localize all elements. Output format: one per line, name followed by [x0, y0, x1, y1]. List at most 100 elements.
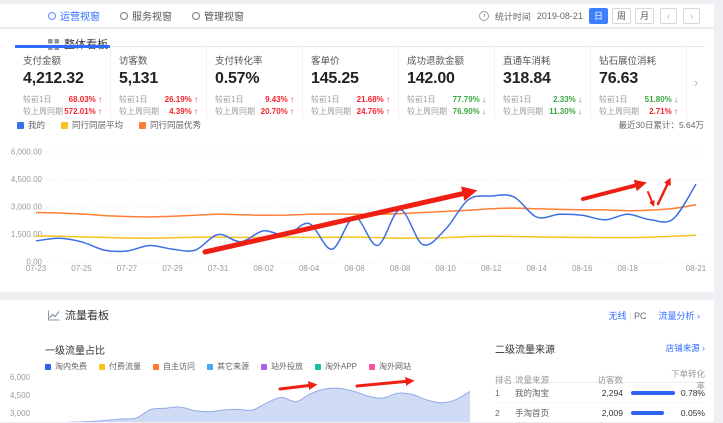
tab-icon — [120, 12, 128, 20]
svg-text:4,500: 4,500 — [10, 391, 31, 400]
source-table: 1我的淘宝2,2940.78%2手淘首页2,0090.05% — [495, 383, 705, 422]
legend-swatch-icon — [315, 364, 321, 370]
main-tabs: 运营视窗 服务视窗 管理视窗 — [48, 8, 244, 23]
traffic-legend: 淘内免费 付费流量 自主访问 其它来源 站外投放 淘外APP 淘外网站 — [45, 361, 411, 372]
kpi-compare-row: 较前1日26.19% ↑ — [119, 94, 198, 106]
legend-label: 淘外APP — [325, 361, 357, 372]
topbar: 运营视窗 服务视窗 管理视窗 统计时间 2019-08-21 日周月 ‹ › — [0, 4, 714, 28]
period-button-日[interactable]: 日 — [589, 8, 608, 24]
legend-label: 淘外网站 — [379, 361, 411, 372]
svg-text:1,500.00: 1,500.00 — [11, 230, 43, 239]
legend-label: 其它来源 — [217, 361, 249, 372]
legend-swatch-icon — [369, 364, 375, 370]
period-button-月[interactable]: 月 — [635, 8, 654, 24]
time-controls: 统计时间 2019-08-21 日周月 ‹ › — [479, 4, 700, 28]
kpi-card-5[interactable]: 成功退款金额142.00较前1日77.79% ↓较上周同期76.90% ↓ — [399, 47, 495, 118]
traffic-legend-item[interactable]: 站外投放 — [261, 361, 303, 372]
legend-swatch-icon — [153, 364, 159, 370]
traffic-legend-item[interactable]: 其它来源 — [207, 361, 249, 372]
traffic-title: 流量看板 — [65, 307, 109, 323]
conversion-cell: 0.78% — [667, 388, 705, 398]
tab-label: 运营视窗 — [60, 8, 100, 23]
traffic-legend-item[interactable]: 付费流量 — [99, 361, 141, 372]
svg-text:08-10: 08-10 — [435, 264, 456, 273]
kpi-label: 钻石展位消耗 — [599, 53, 678, 67]
tab-icon — [48, 12, 56, 20]
main-tab-2[interactable]: 服务视窗 — [120, 8, 172, 23]
legend-item[interactable]: 同行同层平均 — [61, 119, 123, 131]
kpi-compare-row: 较上周同期572.01% ↑ — [23, 106, 102, 118]
stat-time-label: 统计时间 — [495, 10, 531, 23]
kpi-compare-row: 较上周同期11.30% ↓ — [503, 106, 582, 118]
conversion-cell: 0.05% — [667, 408, 705, 418]
svg-text:3,000: 3,000 — [10, 409, 31, 418]
kpi-compare-row: 较上周同期76.90% ↓ — [407, 106, 486, 118]
svg-text:08-14: 08-14 — [526, 264, 547, 273]
svg-text:07-27: 07-27 — [117, 264, 138, 273]
kpi-value: 76.63 — [599, 70, 678, 88]
kpi-compare-row: 较前1日2.33% ↓ — [503, 94, 582, 106]
kpi-card-7[interactable]: 钻石展位消耗76.63较前1日51.80% ↓较上周同期2.71% ↑ — [591, 47, 687, 118]
kpi-card-2[interactable]: 访客数5,131较前1日26.19% ↑较上周同期4.39% ↑ — [111, 47, 207, 118]
visitors-bar — [623, 411, 667, 415]
svg-text:08-16: 08-16 — [572, 264, 593, 273]
prev-date-button[interactable]: ‹ — [660, 8, 677, 24]
total-30d-label: 最近30日累计：5.64万 — [619, 119, 705, 131]
source-cell: 我的淘宝 — [515, 387, 575, 399]
kpi-row: 支付金额4,212.32较前1日68.03% ↑较上周同期572.01% ↑访客… — [15, 46, 705, 118]
traffic-legend-item[interactable]: 自主访问 — [153, 361, 195, 372]
legend-item[interactable]: 我的 — [17, 119, 45, 131]
kpi-value: 5,131 — [119, 70, 198, 88]
store-source-link[interactable]: 店铺来源 › — [666, 342, 705, 354]
svg-text:6,000.00: 6,000.00 — [11, 148, 43, 157]
visitors-cell: 2,294 — [575, 388, 623, 398]
wireless-filter[interactable]: 无线 — [609, 311, 627, 321]
pc-filter[interactable]: PC — [634, 311, 647, 321]
legend-swatch-icon — [61, 122, 68, 129]
secondary-traffic-title: 二级流量来源 — [495, 341, 555, 356]
traffic-legend-item[interactable]: 淘外网站 — [369, 361, 411, 372]
kpi-compare-row: 较前1日9.43% ↑ — [215, 94, 294, 106]
svg-text:07-25: 07-25 — [71, 264, 92, 273]
legend-item[interactable]: 同行同层优秀 — [139, 119, 201, 131]
svg-text:08-02: 08-02 — [253, 264, 274, 273]
source-table-header: 排名流量来源访客数下单转化率 — [495, 368, 705, 383]
kpi-label: 成功退款金额 — [407, 53, 486, 67]
legend-swatch-icon — [261, 364, 267, 370]
svg-text:3,000.00: 3,000.00 — [11, 203, 43, 212]
kpi-more-button[interactable]: › — [687, 47, 705, 118]
main-tab-1[interactable]: 运营视窗 — [48, 8, 100, 23]
legend-swatch-icon — [45, 364, 51, 370]
chart-meta: 我的 同行同层平均 同行同层优秀 最近30日累计：5.64万 — [17, 119, 704, 131]
svg-text:07-23: 07-23 — [26, 264, 47, 273]
table-header-cell: 流量来源 — [515, 374, 575, 386]
kpi-card-4[interactable]: 客单价145.25较前1日21.68% ↑较上周同期24.76% ↑ — [303, 47, 399, 118]
visitors-cell: 2,009 — [575, 408, 623, 418]
line-chart-icon — [48, 310, 60, 321]
legend-label: 站外投放 — [271, 361, 303, 372]
traffic-header: 流量看板 — [48, 307, 109, 323]
next-date-button[interactable]: › — [683, 8, 700, 24]
kpi-card-6[interactable]: 直通车消耗318.84较前1日2.33% ↓较上周同期11.30% ↓ — [495, 47, 591, 118]
period-button-周[interactable]: 周 — [612, 8, 631, 24]
svg-text:6,000: 6,000 — [10, 374, 31, 382]
traffic-legend-item[interactable]: 淘外APP — [315, 361, 357, 372]
kpi-label: 直通车消耗 — [503, 53, 582, 67]
filter-divider: | — [629, 311, 631, 321]
visitors-bar — [623, 391, 667, 395]
clock-icon — [479, 11, 489, 21]
kpi-card-3[interactable]: 支付转化率0.57%较前1日9.43% ↑较上周同期20.70% ↑ — [207, 47, 303, 118]
kpi-compare-row: 较前1日68.03% ↑ — [23, 94, 102, 106]
traffic-legend-item[interactable]: 淘内免费 — [45, 361, 87, 372]
traffic-analysis-link[interactable]: 流量分析 › — [658, 309, 700, 322]
kpi-label: 支付转化率 — [215, 53, 294, 67]
kpi-compare-row: 较前1日21.68% ↑ — [311, 94, 390, 106]
kpi-card-1[interactable]: 支付金额4,212.32较前1日68.03% ↑较上周同期572.01% ↑ — [15, 47, 111, 118]
svg-text:08-12: 08-12 — [481, 264, 502, 273]
chevron-right-icon: › — [697, 311, 700, 321]
table-row[interactable]: 2手淘首页2,0090.05% — [495, 403, 705, 422]
traffic-links: 无线 | PC 流量分析 › — [609, 309, 700, 322]
svg-text:08-18: 08-18 — [617, 264, 638, 273]
svg-text:08-04: 08-04 — [299, 264, 320, 273]
main-tab-3[interactable]: 管理视窗 — [192, 8, 244, 23]
